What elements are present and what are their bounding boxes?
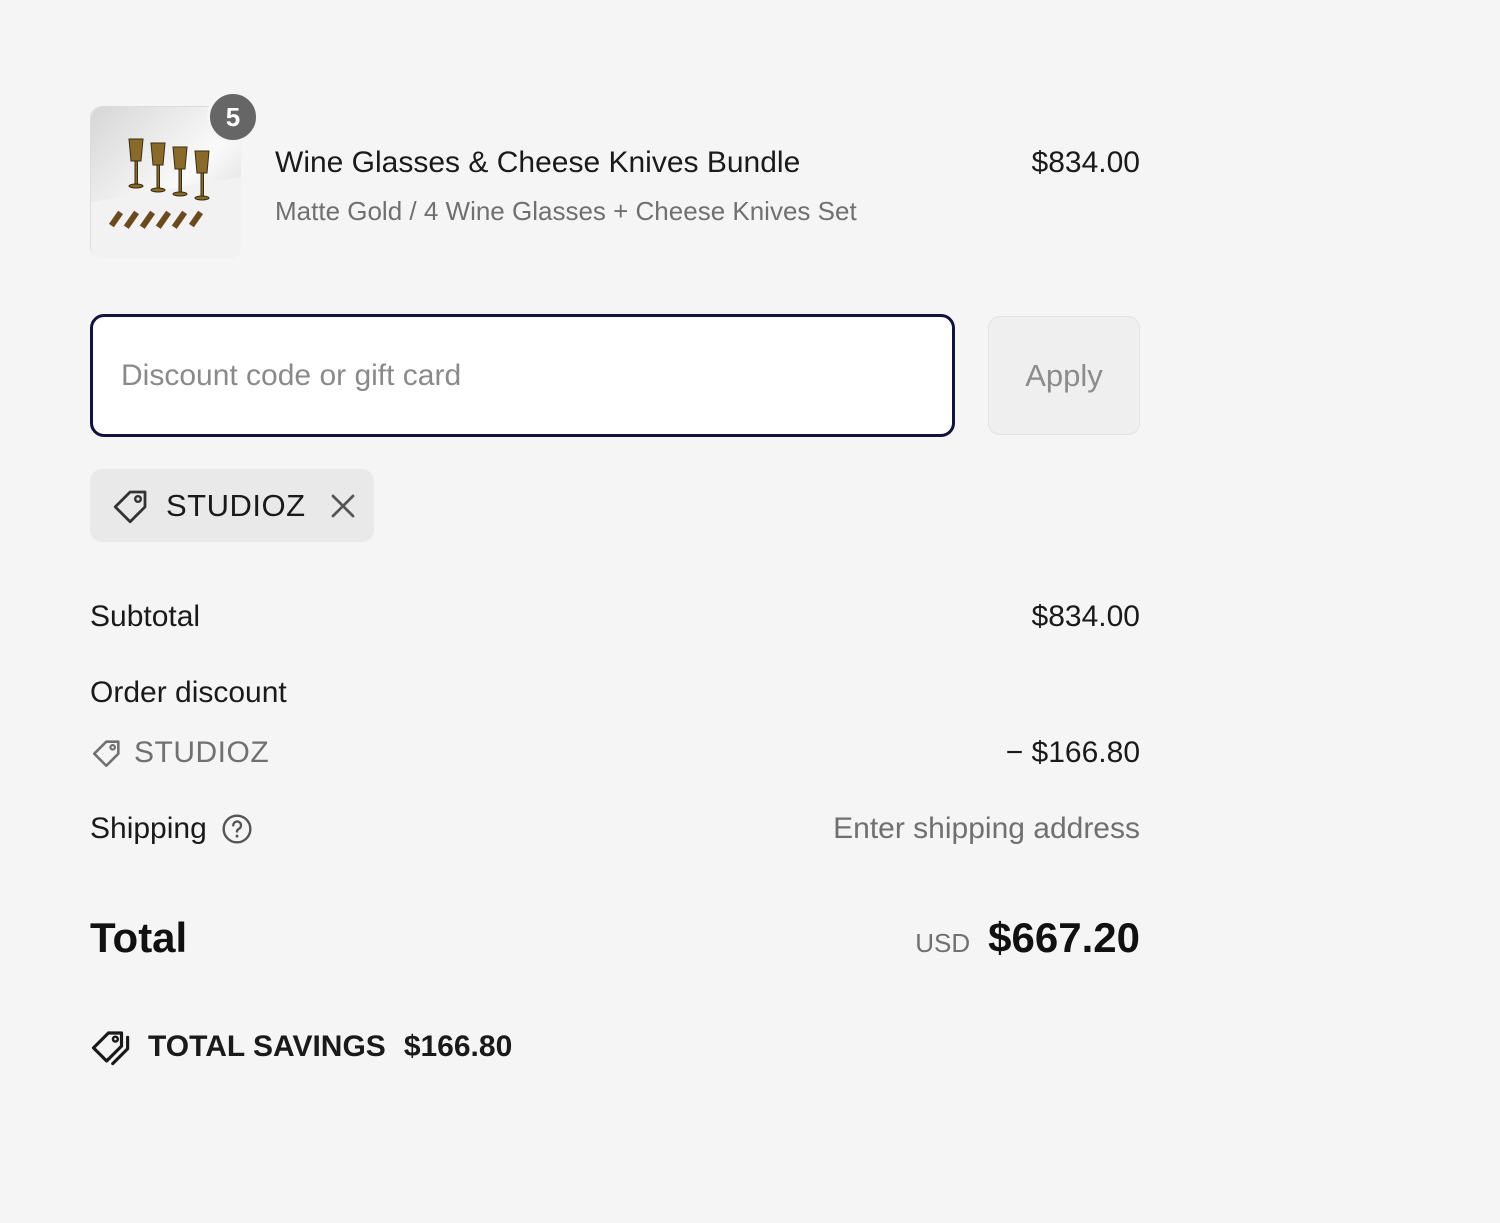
- total-amount-group: USD $667.20: [915, 914, 1140, 962]
- savings-label: TOTAL SAVINGS: [148, 1030, 386, 1063]
- shipping-value: Enter shipping address: [833, 812, 1140, 845]
- discount-value: − $166.80: [1005, 736, 1140, 769]
- product-price: $834.00: [1031, 146, 1140, 179]
- applied-discount-chip: STUDIOZ: [90, 469, 374, 542]
- discount-code-text: STUDIOZ: [134, 736, 270, 769]
- subtotal-value: $834.00: [1031, 600, 1140, 633]
- product-title: Wine Glasses & Cheese Knives Bundle: [275, 146, 801, 179]
- total-savings: TOTAL SAVINGS $166.80: [90, 1026, 512, 1068]
- applied-code-label: STUDIOZ: [166, 487, 306, 523]
- close-icon[interactable]: [328, 491, 358, 521]
- quantity-badge: 5: [207, 91, 259, 143]
- tag-icon: [92, 740, 120, 768]
- apply-button[interactable]: Apply: [988, 316, 1140, 435]
- savings-amount: $166.80: [403, 1030, 513, 1063]
- shipping-label: Shipping: [90, 812, 207, 845]
- product-variant: Matte Gold / 4 Wine Glasses + Cheese Kni…: [275, 196, 857, 226]
- order-discount-label: Order discount: [90, 676, 287, 709]
- order-discount-code: STUDIOZ: [90, 736, 269, 770]
- help-circle-icon[interactable]: [221, 813, 253, 845]
- subtotal-label: Subtotal: [90, 600, 201, 633]
- discount-code-input[interactable]: [90, 314, 955, 437]
- double-tag-icon: [91, 1031, 130, 1066]
- tag-icon: [113, 490, 147, 523]
- shipping-row: Shipping: [90, 812, 253, 846]
- total-label: Total: [90, 914, 188, 961]
- line-item: 5 Wine Glasses & Cheese Knives Bundle Ma…: [90, 91, 1140, 259]
- total-amount: $667.20: [988, 914, 1140, 961]
- product-thumbnail: 5: [90, 91, 259, 259]
- currency-code: USD: [915, 928, 971, 958]
